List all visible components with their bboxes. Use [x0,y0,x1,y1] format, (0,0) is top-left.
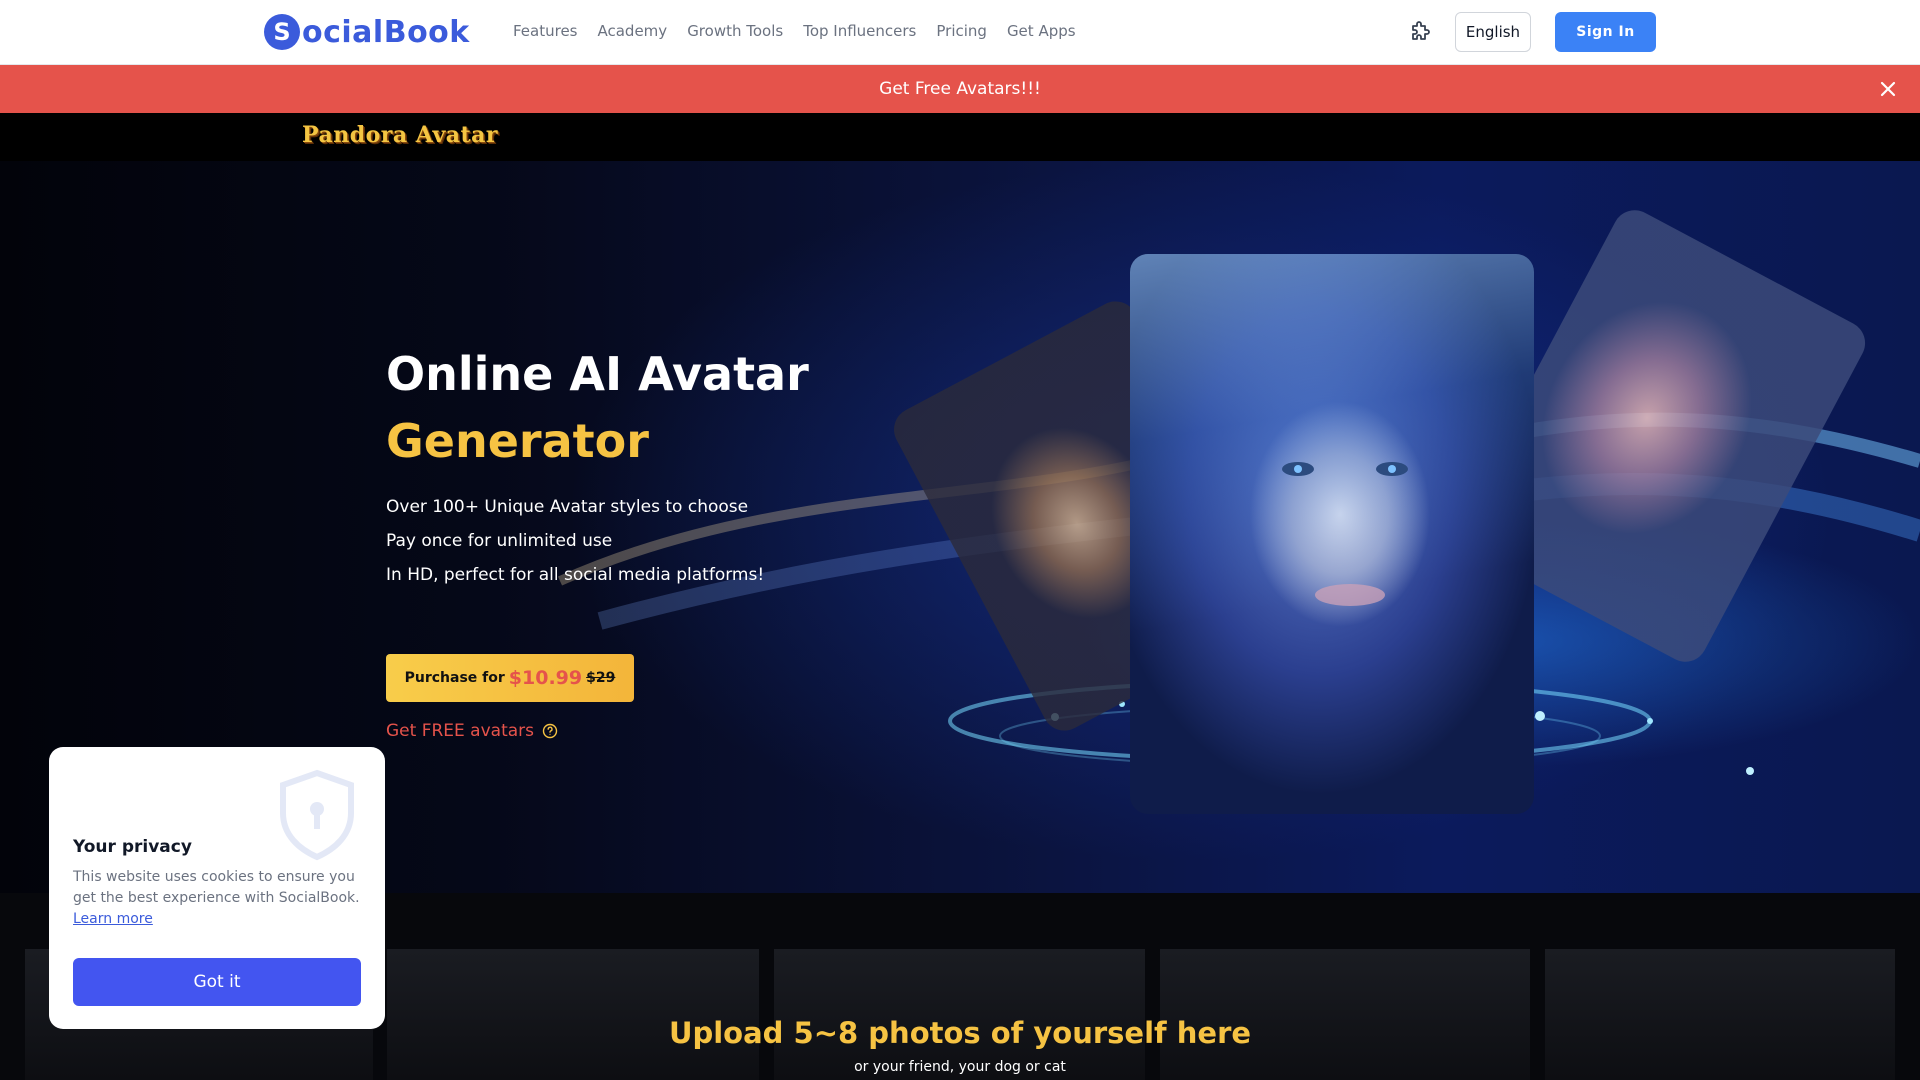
hero-feature-2: Pay once for unlimited use [386,531,613,551]
avatar-lips [1315,584,1385,606]
pandora-avatar-logo[interactable]: Pandora Avatar [302,122,498,148]
nav-pricing[interactable]: Pricing [936,22,987,40]
top-navigation: S ocialBook Features Academy Growth Tool… [0,0,1920,65]
privacy-dialog: Your privacy This website uses cookies t… [49,747,385,1029]
brand-bar: Pandora Avatar [0,113,1920,161]
learn-more-link[interactable]: Learn more [73,911,153,927]
free-avatars-link[interactable]: Get FREE avatars [386,721,558,741]
hero-title-line1: Online AI Avatar [386,347,809,401]
nav-growth-tools[interactable]: Growth Tools [687,22,783,40]
hero-title-line2: Generator [386,414,649,468]
sign-in-button[interactable]: Sign In [1555,12,1656,52]
purchase-label: Purchase for [404,670,505,686]
hero-feature-1: Over 100+ Unique Avatar styles to choose [386,497,749,517]
close-icon[interactable] [1876,77,1900,101]
free-avatars-label: Get FREE avatars [386,721,535,741]
logo-text: ocialBook [302,14,470,50]
promo-text[interactable]: Get Free Avatars!!! [0,79,1920,99]
main-nav: Features Academy Growth Tools Top Influe… [513,22,1096,40]
extension-icon[interactable] [1408,20,1432,44]
got-it-button[interactable]: Got it [73,958,361,1006]
shield-icon [280,769,354,861]
privacy-text: This website uses cookies to ensure you … [73,869,360,906]
language-selector[interactable]: English [1455,12,1531,52]
logo-mark: S [264,14,300,50]
avatar-hair-overlay [1130,254,1534,814]
privacy-title: Your privacy [73,837,192,857]
nav-academy[interactable]: Academy [598,22,668,40]
nav-top-influencers[interactable]: Top Influencers [803,22,916,40]
avatar-card-main [1130,254,1534,814]
purchase-button[interactable]: Purchase for $10.99 $29 [386,654,634,702]
avatar-eyes [1282,462,1408,476]
purchase-price: $10.99 [508,667,583,689]
privacy-body: This website uses cookies to ensure you … [73,867,373,930]
help-icon[interactable] [542,723,558,739]
hero-feature-3: In HD, perfect for all social media plat… [386,565,765,585]
promo-banner: Get Free Avatars!!! [0,65,1920,113]
socialbook-logo[interactable]: S ocialBook [264,12,470,52]
upload-subtitle: or your friend, your dog or cat [854,1059,1066,1075]
nav-features[interactable]: Features [513,22,578,40]
nav-get-apps[interactable]: Get Apps [1007,22,1076,40]
purchase-old-price: $29 [586,670,616,686]
